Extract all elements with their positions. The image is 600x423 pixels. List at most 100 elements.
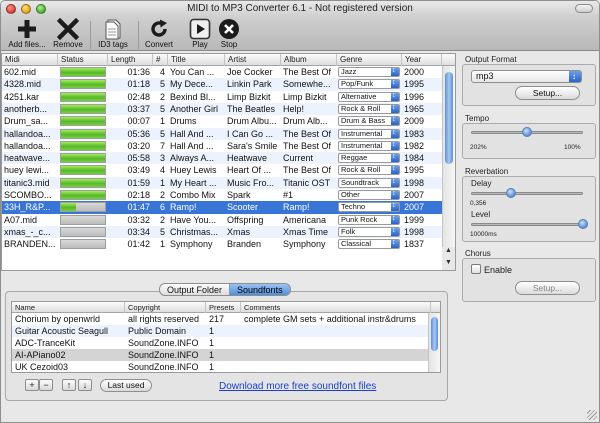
- table-row[interactable]: hallandoa... 05:36 5 Hall And ... I Can Go .…: [2, 127, 442, 140]
- length-cell: 03:49: [127, 165, 150, 176]
- soundfonts-table[interactable]: Name Copyright Presets Comments Chorium …: [11, 301, 441, 373]
- list-item[interactable]: Guitar Acoustic Seagull Public Domain 1: [12, 325, 430, 337]
- tab-soundfonts[interactable]: Soundfonts: [229, 284, 290, 295]
- table-row[interactable]: SCOMBO... 02:18 2 Combo Mix Spark #1 2007 Other: [2, 189, 442, 201]
- column-header-length[interactable]: Length: [108, 54, 153, 66]
- zoom-window-button[interactable]: [36, 4, 46, 14]
- genre-select[interactable]: Techno: [338, 202, 400, 213]
- length-cell: 01:47: [127, 202, 150, 213]
- minimize-window-button[interactable]: [21, 4, 31, 14]
- track-number-cell: 5: [159, 128, 165, 139]
- genre-select[interactable]: Drum & Bass: [338, 116, 400, 127]
- table-row[interactable]: 602.mid 01:36 4 You Can ... Joe Cocker The Be…: [2, 66, 442, 78]
- table-row[interactable]: anotherb... 03:37 5 Another Girl The Beatles…: [2, 102, 442, 116]
- column-header-copyright[interactable]: Copyright: [125, 302, 206, 313]
- genre-select[interactable]: Alternative: [338, 91, 400, 102]
- length-cell: 05:58: [127, 153, 150, 164]
- column-header-presets[interactable]: Presets: [206, 302, 241, 313]
- add-files-button[interactable]: Add files...: [7, 18, 47, 50]
- genre-select[interactable]: Folk: [338, 226, 400, 237]
- list-item[interactable]: Chorium by openwrld all rights reserved 21…: [12, 313, 430, 325]
- play-button[interactable]: Play: [187, 18, 213, 50]
- toolbar-toggle-button[interactable]: [575, 4, 593, 13]
- year-cell: 1999: [404, 214, 425, 225]
- playlist-table[interactable]: Midi Status Length # Title Artist Album …: [1, 53, 456, 271]
- close-window-button[interactable]: [6, 4, 16, 14]
- genre-value: Classical: [341, 239, 372, 249]
- table-row[interactable]: Drum_sa... 00:07 1 Drums Drum Albu... Drum Al…: [2, 115, 442, 127]
- chevron-updown-icon: [569, 71, 581, 82]
- genre-select[interactable]: Pop/Funk: [338, 79, 400, 90]
- genre-select[interactable]: Reggae: [338, 153, 400, 164]
- genre-select[interactable]: Instrumental: [338, 140, 400, 151]
- output-format-setup-button[interactable]: Setup...: [515, 86, 580, 100]
- table-row[interactable]: huey lewi... 03:49 4 Huey Lewis Heart Of ...…: [2, 164, 442, 176]
- genre-select[interactable]: Soundtrack: [338, 177, 400, 188]
- remove-soundfont-button[interactable]: −: [39, 379, 53, 391]
- chorus-enable-checkbox[interactable]: [471, 264, 481, 274]
- genre-select[interactable]: Punk Rock: [338, 214, 400, 225]
- column-header-comments[interactable]: Comments: [241, 302, 431, 313]
- table-row[interactable]: titanic3.mid 01:59 1 My Heart ... Music Fro.…: [2, 176, 442, 189]
- status-progress-bar: [60, 165, 106, 176]
- genre-value: Folk: [341, 226, 356, 236]
- table-row[interactable]: hallandoa... 03:20 7 Hall And ... Sara's Smi…: [2, 140, 442, 152]
- status-progress-bar: [60, 91, 106, 102]
- table-row[interactable]: A07.mid 03:32 2 Have You... Offspring America…: [2, 214, 442, 226]
- genre-select[interactable]: Jazz: [338, 67, 400, 77]
- soundfonts-scroll-thumb[interactable]: [431, 317, 438, 351]
- column-header-year[interactable]: Year: [402, 54, 442, 66]
- stop-button[interactable]: Stop: [216, 18, 242, 50]
- column-header-number[interactable]: #: [153, 54, 168, 66]
- list-item[interactable]: AI-APiano02 SoundZone.INFO 1: [12, 349, 430, 361]
- list-item[interactable]: ADC-TranceKit SoundZone.INFO 1: [12, 337, 430, 349]
- tab-output-folder[interactable]: Output Folder: [160, 284, 229, 295]
- playlist-scrollbar[interactable]: ▲ ▼: [442, 66, 455, 270]
- move-down-button[interactable]: ↓: [78, 379, 92, 391]
- last-used-button[interactable]: Last used: [100, 379, 152, 392]
- genre-select[interactable]: Rock & Roll: [338, 165, 400, 176]
- table-row[interactable]: xmas_-_c... 03:34 5 Christmas... Xmas Xmas Ti…: [2, 225, 442, 239]
- status-progress-fill: [61, 104, 105, 113]
- column-header-midi[interactable]: Midi: [2, 54, 58, 66]
- status-progress-bar: [60, 214, 106, 225]
- list-item[interactable]: UK Cezoid03 SoundZone.INFO 1: [12, 361, 430, 372]
- move-up-button[interactable]: ↑: [62, 379, 76, 391]
- table-row[interactable]: 4251.kar 02:48 2 Bexind Bl... Limp Bizkit Lim…: [2, 91, 442, 103]
- genre-select[interactable]: Rock & Roll: [338, 103, 400, 114]
- playlist-scroll-thumb[interactable]: [445, 72, 453, 164]
- title-bar: MIDI to MP3 Converter 6.1 - Not register…: [1, 1, 599, 17]
- level-slider-knob[interactable]: [578, 219, 588, 229]
- column-header-artist[interactable]: Artist: [225, 54, 281, 66]
- table-row[interactable]: BRANDEN... 01:42 1 Symphony Branden Symphony 1…: [2, 238, 442, 250]
- genre-select[interactable]: Instrumental: [338, 128, 400, 139]
- genre-select[interactable]: Classical: [338, 239, 400, 250]
- column-header-album[interactable]: Album: [281, 54, 337, 66]
- remove-button[interactable]: Remove: [51, 18, 85, 50]
- delay-slider-track[interactable]: [471, 192, 583, 195]
- output-format-select[interactable]: mp3: [471, 70, 582, 83]
- column-header-status[interactable]: Status: [58, 54, 108, 66]
- column-header-name[interactable]: Name: [12, 302, 125, 313]
- column-header-genre[interactable]: Genre: [337, 54, 402, 66]
- column-header-title[interactable]: Title: [168, 54, 225, 66]
- table-row[interactable]: heatwave... 05:58 3 Always A... Heatwave Curr…: [2, 152, 442, 165]
- scroll-up-arrow[interactable]: ▲: [442, 247, 455, 259]
- scroll-down-arrow[interactable]: ▼: [442, 259, 455, 270]
- refresh-icon: [151, 19, 167, 37]
- midi-cell: 4251.kar: [4, 91, 40, 102]
- table-row[interactable]: 4328.mid 01:18 5 My Dece... Linkin Park Somew…: [2, 78, 442, 91]
- genre-select[interactable]: Other: [338, 190, 400, 200]
- soundfonts-scrollbar[interactable]: [428, 313, 440, 372]
- download-soundfonts-link[interactable]: Download more free soundfont files: [219, 381, 376, 392]
- table-row[interactable]: 33H_R&P... 01:47 6 Ramp! Scooter Ramp! 2007 Tec…: [2, 201, 442, 214]
- midi-cell: BRANDEN...: [4, 239, 56, 250]
- convert-button[interactable]: Convert: [142, 18, 176, 50]
- window-resize-grip[interactable]: [587, 410, 597, 420]
- add-soundfont-button[interactable]: +: [25, 379, 39, 391]
- genre-value: Reggae: [341, 153, 368, 163]
- id3-tags-button[interactable]: ID3 tags: [94, 18, 132, 50]
- level-slider-track[interactable]: [471, 223, 583, 226]
- chorus-setup-button[interactable]: Setup...: [515, 281, 580, 295]
- tempo-slider-knob[interactable]: [522, 127, 532, 137]
